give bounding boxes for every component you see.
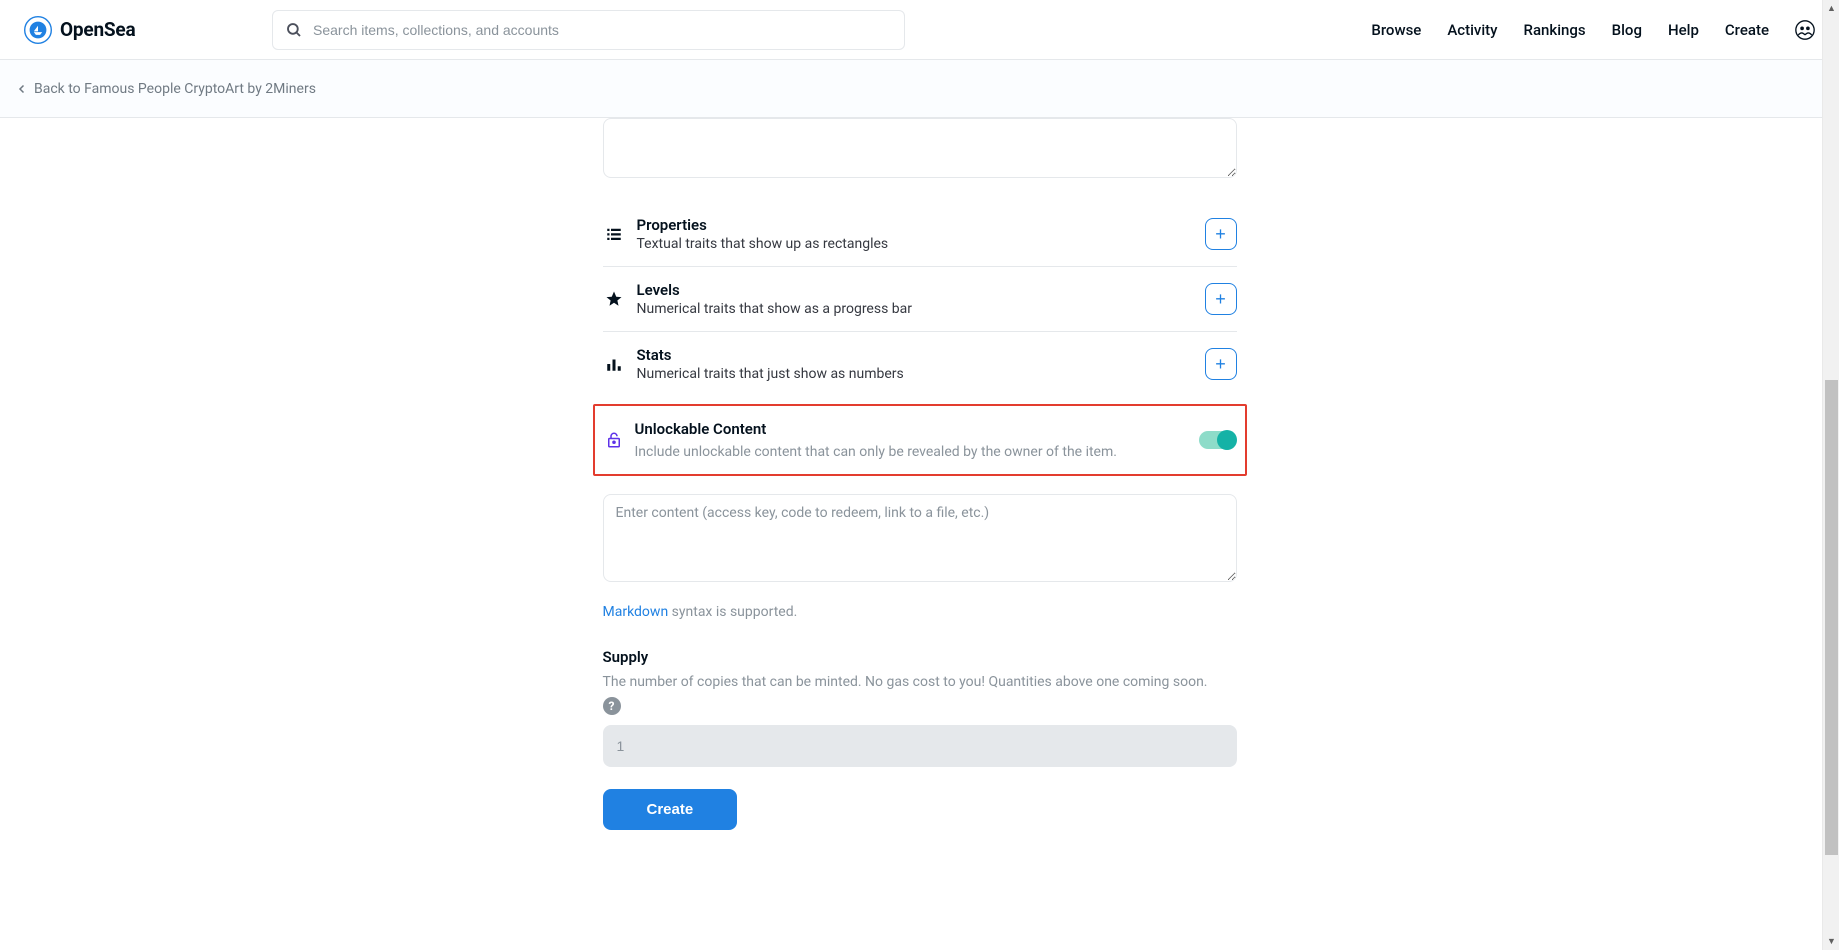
unlockable-title: Unlockable Content (635, 420, 1199, 438)
scrollbar-thumb[interactable] (1825, 380, 1838, 855)
search-input[interactable] (313, 22, 892, 38)
opensea-logo-icon (24, 16, 52, 44)
levels-desc: Numerical traits that show as a progress… (637, 301, 1205, 317)
breadcrumb[interactable]: Back to Famous People CryptoArt by 2Mine… (0, 60, 1839, 118)
unlockable-section: Unlockable Content Include unlockable co… (593, 404, 1247, 476)
list-icon (603, 225, 625, 243)
nav-rankings[interactable]: Rankings (1524, 21, 1586, 39)
markdown-link[interactable]: Markdown (603, 604, 669, 620)
add-properties-button[interactable]: + (1205, 218, 1237, 250)
add-levels-button[interactable]: + (1205, 283, 1237, 315)
search-wrap (272, 10, 905, 50)
unlockable-desc: Include unlockable content that can only… (635, 444, 1199, 460)
scrollbar-down-arrow-icon[interactable]: ▼ (1823, 933, 1839, 950)
properties-title: Properties (637, 216, 1205, 234)
search-box[interactable] (272, 10, 905, 50)
nav-blog[interactable]: Blog (1612, 21, 1642, 39)
levels-title: Levels (637, 281, 1205, 299)
supply-label: Supply (603, 648, 1237, 666)
star-icon (603, 290, 625, 308)
search-icon (285, 21, 303, 39)
stats-title: Stats (637, 346, 1205, 364)
description-textarea[interactable] (603, 118, 1237, 178)
chevron-left-icon (16, 83, 28, 95)
brand-name: OpenSea (60, 18, 135, 41)
markdown-note: Markdown syntax is supported. (603, 604, 1237, 620)
scrollbar-up-arrow-icon[interactable]: ▲ (1823, 0, 1839, 17)
help-badge-icon[interactable]: ? (603, 697, 621, 715)
nav: Browse Activity Rankings Blog Help Creat… (1371, 20, 1815, 40)
breadcrumb-label: Back to Famous People CryptoArt by 2Mine… (34, 81, 316, 97)
levels-row: Levels Numerical traits that show as a p… (603, 266, 1237, 331)
markdown-rest: syntax is supported. (668, 604, 797, 620)
header: OpenSea Browse Activity Rankings Blog He… (0, 0, 1839, 60)
bar-chart-icon (603, 355, 625, 373)
properties-desc: Textual traits that show up as rectangle… (637, 236, 1205, 252)
nav-help[interactable]: Help (1668, 21, 1699, 39)
unlockable-toggle[interactable] (1199, 431, 1235, 449)
supply-hint: The number of copies that can be minted.… (603, 672, 1237, 693)
create-button[interactable]: Create (603, 789, 738, 830)
scrollbar-track[interactable]: ▲ ▼ (1822, 0, 1839, 950)
stats-row: Stats Numerical traits that just show as… (603, 331, 1237, 396)
add-stats-button[interactable]: + (1205, 348, 1237, 380)
nav-browse[interactable]: Browse (1371, 21, 1421, 39)
nav-activity[interactable]: Activity (1447, 21, 1497, 39)
brand-logo[interactable]: OpenSea (24, 16, 135, 44)
supply-input (603, 725, 1237, 767)
account-icon[interactable] (1795, 20, 1815, 40)
form-column: Properties Textual traits that show up a… (603, 118, 1237, 830)
toggle-knob (1217, 430, 1237, 450)
properties-row: Properties Textual traits that show up a… (603, 202, 1237, 266)
main: Properties Textual traits that show up a… (0, 118, 1839, 870)
unlockable-content-textarea[interactable] (603, 494, 1237, 582)
supply-section: Supply The number of copies that can be … (603, 648, 1237, 767)
lock-open-icon (603, 431, 625, 449)
nav-create[interactable]: Create (1725, 21, 1769, 39)
stats-desc: Numerical traits that just show as numbe… (637, 366, 1205, 382)
